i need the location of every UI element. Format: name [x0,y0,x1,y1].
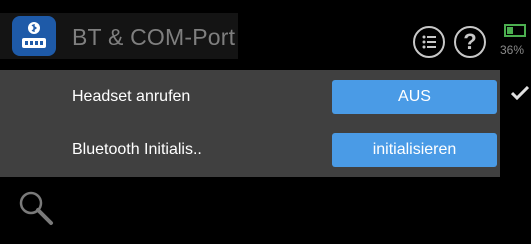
help-glyph: ? [463,29,477,54]
bluetooth-init-label: Bluetooth Initialis.. [72,141,202,158]
battery-fill [507,27,513,34]
page-title: BT & COM-Port [72,24,236,50]
battery-indicator: 36% [500,22,531,58]
search-icon[interactable] [18,190,54,226]
bluetooth-com-port-icon [12,16,56,56]
battery-percent: 36% [500,43,525,57]
setting-row-headset: Headset anrufen AUS [0,76,531,122]
headset-toggle-button[interactable]: AUS [332,80,497,114]
setting-row-bluetooth-init: Bluetooth Initialis.. initialisieren [0,129,531,175]
checkmark-icon [510,85,530,105]
battery-icon [504,24,526,37]
headset-label: Headset anrufen [72,88,191,105]
list-menu-icon[interactable] [413,26,445,58]
header-bar: BT & COM-Port ? 36% [0,0,531,70]
initialize-button[interactable]: initialisieren [332,133,497,167]
help-icon[interactable]: ? [454,26,486,58]
